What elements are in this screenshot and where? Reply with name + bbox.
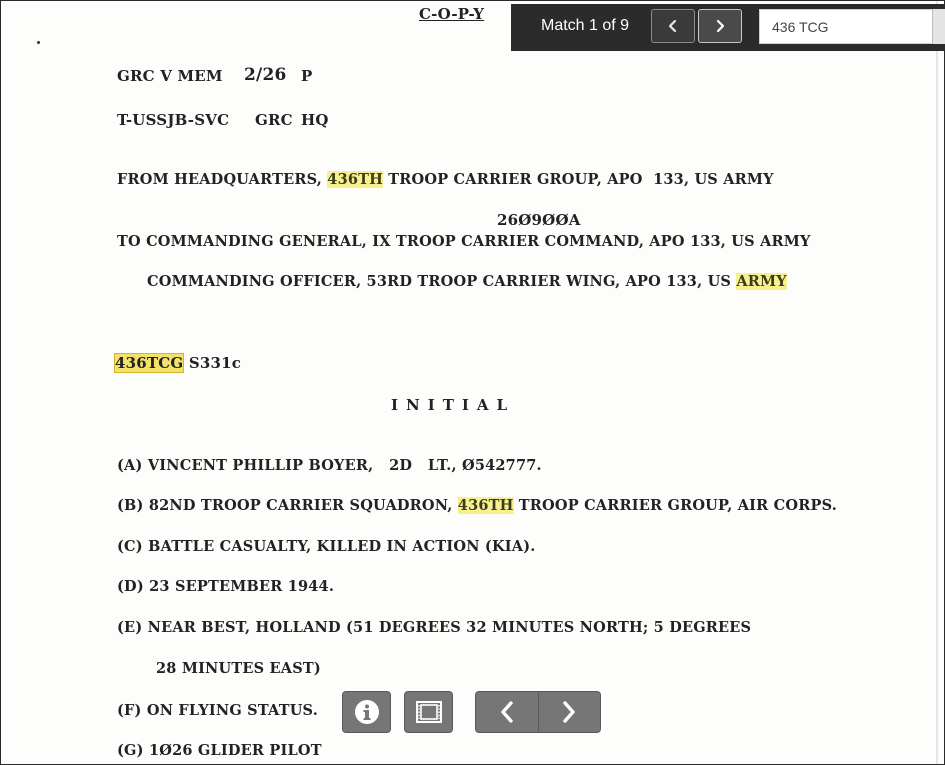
item-c: (C) BATTLE CASUALTY, KILLED IN ACTION (K… (117, 538, 536, 555)
filmstrip-icon (415, 701, 442, 723)
chevron-left-icon (668, 19, 677, 33)
next-match-button[interactable] (698, 9, 742, 43)
item-e-line-2: 28 MINUTES EAST) (156, 660, 321, 677)
item-g: (G) 1Ø26 GLIDER PILOT (117, 742, 322, 759)
search-highlight: 436TH (327, 171, 384, 188)
from-line: FROM HEADQUARTERS, 436TH TROOP CARRIER G… (117, 171, 774, 188)
cc-line: COMMANDING OFFICER, 53RD TROOP CARRIER W… (147, 273, 787, 290)
document-page: C-O-P-Y GRC V MEM 2/26 P T-USSJB-SVC GRC… (0, 0, 945, 765)
item-a: (A) VINCENT PHILLIP BOYER, 2D LT., Ø5427… (117, 457, 542, 474)
date-time-group: 26Ø9ØØA (497, 211, 581, 229)
document-title: C-O-P-Y (419, 5, 485, 23)
section-heading: INITIAL (391, 396, 516, 414)
previous-match-button[interactable] (651, 9, 695, 43)
item-b: (B) 82ND TROOP CARRIER SQUADRON, 436TH T… (117, 497, 837, 514)
chevron-right-icon (716, 19, 725, 33)
search-highlight: 436TH (457, 497, 514, 514)
next-page-button[interactable] (537, 692, 601, 732)
info-button[interactable] (342, 691, 391, 733)
ref-line-1-c: P (301, 67, 313, 85)
previous-page-button[interactable] (476, 692, 538, 732)
ref-code-line: 436TCG S331c (113, 353, 242, 373)
search-highlight: ARMY (736, 273, 787, 290)
ref-line-2-b: GRC (255, 111, 293, 129)
ref-line-1-b: 2/26 (244, 65, 287, 85)
ref-line-1-a: GRC V MEM (117, 67, 223, 85)
filmstrip-button[interactable] (404, 691, 453, 733)
to-line: TO COMMANDING GENERAL, IX TROOP CARRIER … (117, 233, 811, 250)
paper-speck (37, 41, 40, 44)
page-navigation (475, 691, 601, 733)
search-input-edge (932, 9, 945, 44)
current-search-match: 436TCG (113, 353, 185, 373)
item-d: (D) 23 SEPTEMBER 1944. (117, 578, 335, 595)
info-icon (354, 700, 379, 724)
ref-line-2-a: T-USSJB-SVC (117, 111, 230, 129)
item-f: (F) ON FLYING STATUS. (117, 702, 318, 719)
search-input[interactable] (759, 9, 934, 44)
item-e-line-1: (E) NEAR BEST, HOLLAND (51 DEGREES 32 MI… (117, 619, 752, 636)
chevron-right-icon (563, 701, 575, 723)
ref-line-2-c: HQ (301, 111, 329, 129)
match-count: Match 1 of 9 (541, 17, 630, 34)
chevron-left-icon (501, 701, 513, 723)
